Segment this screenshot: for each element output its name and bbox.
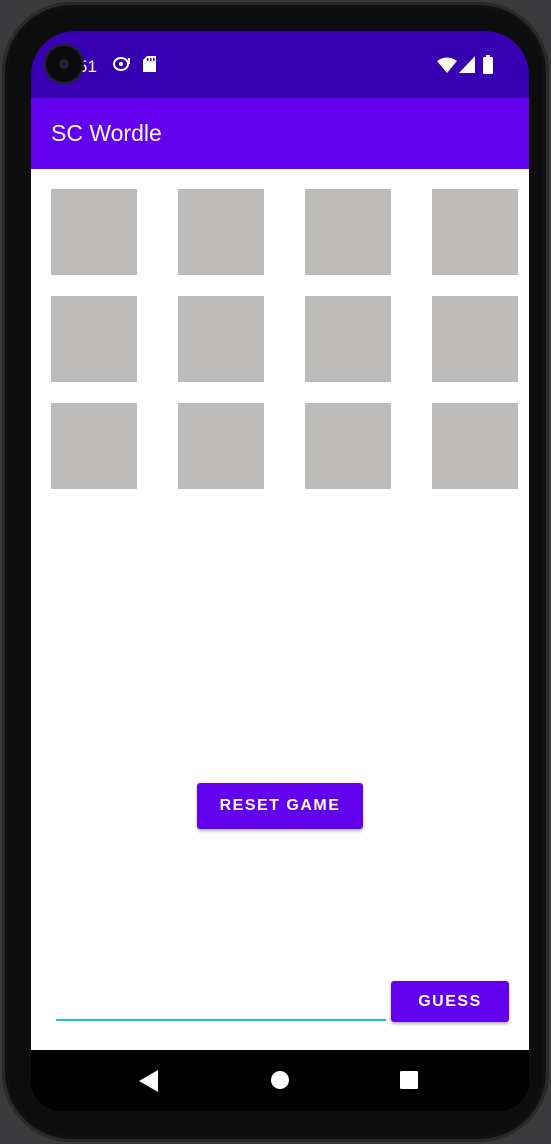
letter-tile bbox=[178, 403, 264, 489]
letter-tile bbox=[178, 296, 264, 382]
app-bar: SC Wordle bbox=[31, 98, 529, 169]
letter-tile bbox=[51, 296, 137, 382]
guess-input[interactable] bbox=[56, 987, 386, 1021]
guess-button[interactable]: GUESS bbox=[391, 981, 509, 1022]
wifi-icon bbox=[437, 57, 457, 73]
letter-tile bbox=[432, 296, 518, 382]
letter-tile bbox=[432, 403, 518, 489]
letter-tile bbox=[305, 296, 391, 382]
notification-icon bbox=[113, 57, 130, 71]
signal-icon bbox=[459, 56, 475, 73]
home-icon[interactable] bbox=[270, 1070, 290, 1090]
letter-grid bbox=[51, 189, 518, 489]
navigation-bar bbox=[31, 1050, 529, 1111]
reset-game-button[interactable]: RESET GAME bbox=[197, 783, 363, 829]
letter-tile bbox=[178, 189, 264, 275]
letter-tile bbox=[432, 189, 518, 275]
sd-card-icon bbox=[143, 56, 156, 72]
recents-icon[interactable] bbox=[400, 1071, 418, 1089]
letter-tile bbox=[305, 403, 391, 489]
letter-tile bbox=[51, 403, 137, 489]
phone-frame: 51 SC Wordle RESET GAME GUESS bbox=[2, 2, 549, 1142]
main-content: RESET GAME GUESS bbox=[31, 169, 529, 1050]
battery-icon bbox=[483, 55, 493, 74]
camera-cutout bbox=[46, 46, 82, 82]
app-title: SC Wordle bbox=[51, 120, 162, 146]
letter-tile bbox=[305, 189, 391, 275]
status-bar: 51 bbox=[31, 31, 529, 98]
screen: 51 SC Wordle RESET GAME GUESS bbox=[31, 31, 529, 1111]
back-icon[interactable] bbox=[139, 1070, 159, 1092]
letter-tile bbox=[51, 189, 137, 275]
